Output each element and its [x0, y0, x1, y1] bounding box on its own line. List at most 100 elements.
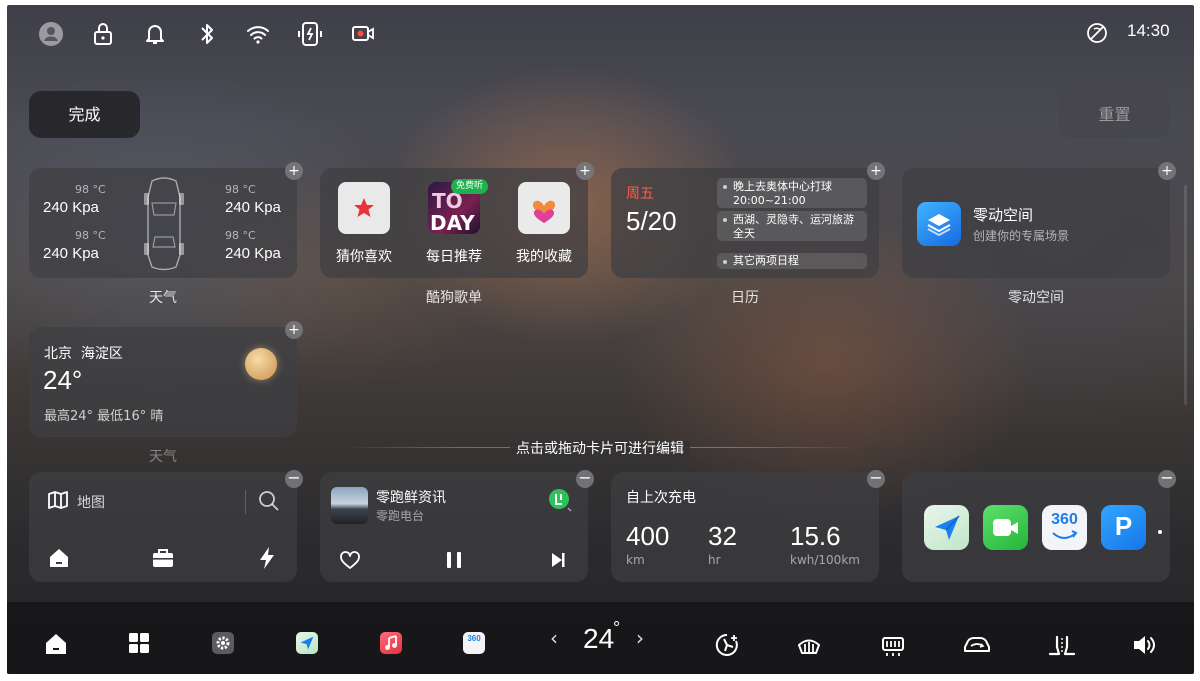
- zero-space-card[interactable]: 零动空间 创建你的专属场景: [902, 168, 1170, 278]
- tire-rr-temp: 98 °C: [225, 229, 256, 242]
- space-card-caption: 零动空间: [1008, 290, 1064, 306]
- zero-space-title: 零动空间: [973, 206, 1034, 224]
- dock-settings-icon[interactable]: [212, 632, 234, 654]
- temperature-degree: °: [613, 618, 621, 638]
- sunny-icon: [245, 348, 277, 380]
- dock-home-icon[interactable]: [44, 632, 68, 656]
- distance-value: 400: [626, 521, 670, 551]
- tire-rr-pressure: 240 Kpa: [225, 245, 281, 262]
- bell-icon[interactable]: [143, 21, 167, 47]
- remove-apps-card-button[interactable]: −: [1158, 470, 1176, 488]
- consumption-unit: kwh/100km: [790, 553, 860, 567]
- media-title: 零跑鲜资讯: [376, 490, 446, 506]
- pause-icon[interactable]: [445, 550, 463, 570]
- home-icon[interactable]: [48, 547, 70, 569]
- map-icon: [48, 491, 68, 509]
- profile-icon[interactable]: [39, 22, 63, 46]
- gear-icon: [216, 636, 230, 650]
- temp-decrease-button[interactable]: ‹: [550, 626, 558, 650]
- calendar-event[interactable]: 西湖、灵隐寺、运河旅游 全天: [717, 211, 867, 241]
- tire-card-caption: 天气: [149, 290, 177, 306]
- rear-defrost-icon[interactable]: [880, 632, 906, 658]
- music-note-icon: [385, 635, 397, 650]
- tire-pressure-card[interactable]: 98 °C 240 Kpa 98 °C 240 Kpa 98 °C 240 Kp…: [29, 168, 297, 278]
- bluetooth-icon[interactable]: [197, 21, 217, 47]
- navigation-app-icon[interactable]: [924, 505, 969, 550]
- done-button[interactable]: 完成: [29, 91, 140, 138]
- heart-outline-icon[interactable]: [339, 550, 361, 570]
- media-card[interactable]: 零跑鲜资讯 零跑电台: [320, 472, 588, 582]
- remove-map-card-button[interactable]: −: [285, 470, 303, 488]
- calendar-card[interactable]: 周五 5/20 晚上去奥体中心打球 20:00~21:00 西湖、灵隐寺、运河旅游…: [611, 168, 879, 278]
- briefcase-icon[interactable]: [152, 548, 174, 568]
- temp-increase-button[interactable]: ›: [636, 626, 644, 650]
- heart-icon: [532, 200, 556, 223]
- event-time: 20:00~21:00: [733, 194, 806, 207]
- duration-value: 32: [708, 521, 737, 551]
- next-track-icon[interactable]: [549, 551, 567, 569]
- daily-recommend-label: 每日推荐: [426, 249, 482, 265]
- album-art: [331, 487, 368, 524]
- phone-charge-icon[interactable]: [297, 20, 323, 48]
- calendar-card-caption: 日历: [731, 290, 759, 306]
- weather-card[interactable]: 北京 海淀区 24° 最高24° 最低16° 晴: [29, 327, 297, 437]
- volume-icon[interactable]: [1131, 632, 1157, 658]
- calendar-more-events[interactable]: 其它两项日程: [717, 253, 867, 269]
- lock-icon[interactable]: [91, 21, 115, 47]
- dock-navigation-icon[interactable]: [296, 632, 318, 654]
- screen: 14:30 完成 重置 98 °C 240 Kpa 98 °C 240 Kpa …: [7, 5, 1194, 674]
- cabin-temperature: 24: [583, 623, 615, 654]
- wifi-icon[interactable]: [245, 21, 271, 47]
- video-call-app-icon[interactable]: [983, 505, 1028, 550]
- my-favorites-tile[interactable]: [518, 182, 570, 234]
- camera-360-app-icon[interactable]: 360: [1042, 505, 1087, 550]
- charge-stats-card[interactable]: 自上次充电 400 km 32 hr 15.6 kwh/100km: [611, 472, 879, 582]
- add-space-card-button[interactable]: +: [1158, 162, 1176, 180]
- zero-space-subtitle: 创建你的专属场景: [973, 229, 1070, 243]
- tire-rl-pressure: 240 Kpa: [43, 245, 99, 262]
- bolt-icon[interactable]: [257, 546, 277, 570]
- tire-rl-temp: 98 °C: [75, 229, 106, 242]
- weather-card-caption: 天气: [149, 449, 177, 465]
- calendar-event[interactable]: 晚上去奥体中心打球 20:00~21:00: [717, 178, 867, 208]
- remove-media-card-button[interactable]: −: [576, 470, 594, 488]
- add-music-card-button[interactable]: +: [576, 162, 594, 180]
- reset-button[interactable]: 重置: [1059, 91, 1170, 138]
- add-weather-card-button[interactable]: +: [285, 321, 303, 339]
- weather-location: 北京 海淀区: [44, 343, 123, 363]
- seat-heating-icon[interactable]: [1046, 632, 1078, 658]
- search-icon[interactable]: [258, 490, 280, 512]
- car-topview-icon: [144, 177, 184, 271]
- air-circulation-icon[interactable]: [962, 632, 992, 658]
- distance-unit: km: [626, 553, 645, 567]
- guess-you-like-tile[interactable]: [338, 182, 390, 234]
- remove-charge-card-button[interactable]: −: [867, 470, 885, 488]
- zero-space-app-tile: [917, 202, 961, 246]
- scroll-indicator[interactable]: [1184, 185, 1187, 405]
- event-title: 晚上去奥体中心打球: [733, 180, 832, 193]
- map-label: 地图: [77, 495, 105, 511]
- music-playlist-card[interactable]: TO DAY 免费听 猜你喜欢 每日推荐 我的收藏: [320, 168, 588, 278]
- event-time: 全天: [733, 227, 755, 240]
- add-tire-card-button[interactable]: +: [285, 162, 303, 180]
- guess-you-like-label: 猜你喜欢: [336, 249, 392, 265]
- dashcam-icon[interactable]: [351, 22, 375, 44]
- calendar-date: 5/20: [626, 206, 677, 236]
- dock-music-icon[interactable]: [380, 632, 402, 654]
- front-defrost-icon[interactable]: [796, 632, 822, 658]
- duration-unit: hr: [708, 553, 721, 567]
- consumption-value: 15.6: [790, 521, 841, 551]
- map-divider: [245, 490, 246, 514]
- map-card[interactable]: 地图: [29, 472, 297, 582]
- weather-temp: 24°: [43, 365, 83, 395]
- apps-card[interactable]: 360 P: [902, 472, 1170, 582]
- rotate-arrow-icon: [1052, 530, 1078, 539]
- dock-camera-360-icon[interactable]: 360: [463, 632, 485, 654]
- fan-icon[interactable]: [714, 632, 740, 658]
- parking-app-icon[interactable]: P: [1101, 505, 1146, 550]
- event-title: 西湖、灵隐寺、运河旅游: [733, 213, 854, 226]
- weather-city: 北京: [44, 346, 72, 362]
- dock-apps-grid-icon[interactable]: [128, 632, 150, 654]
- add-calendar-card-button[interactable]: +: [867, 162, 885, 180]
- tire-fr-temp: 98 °C: [225, 183, 256, 196]
